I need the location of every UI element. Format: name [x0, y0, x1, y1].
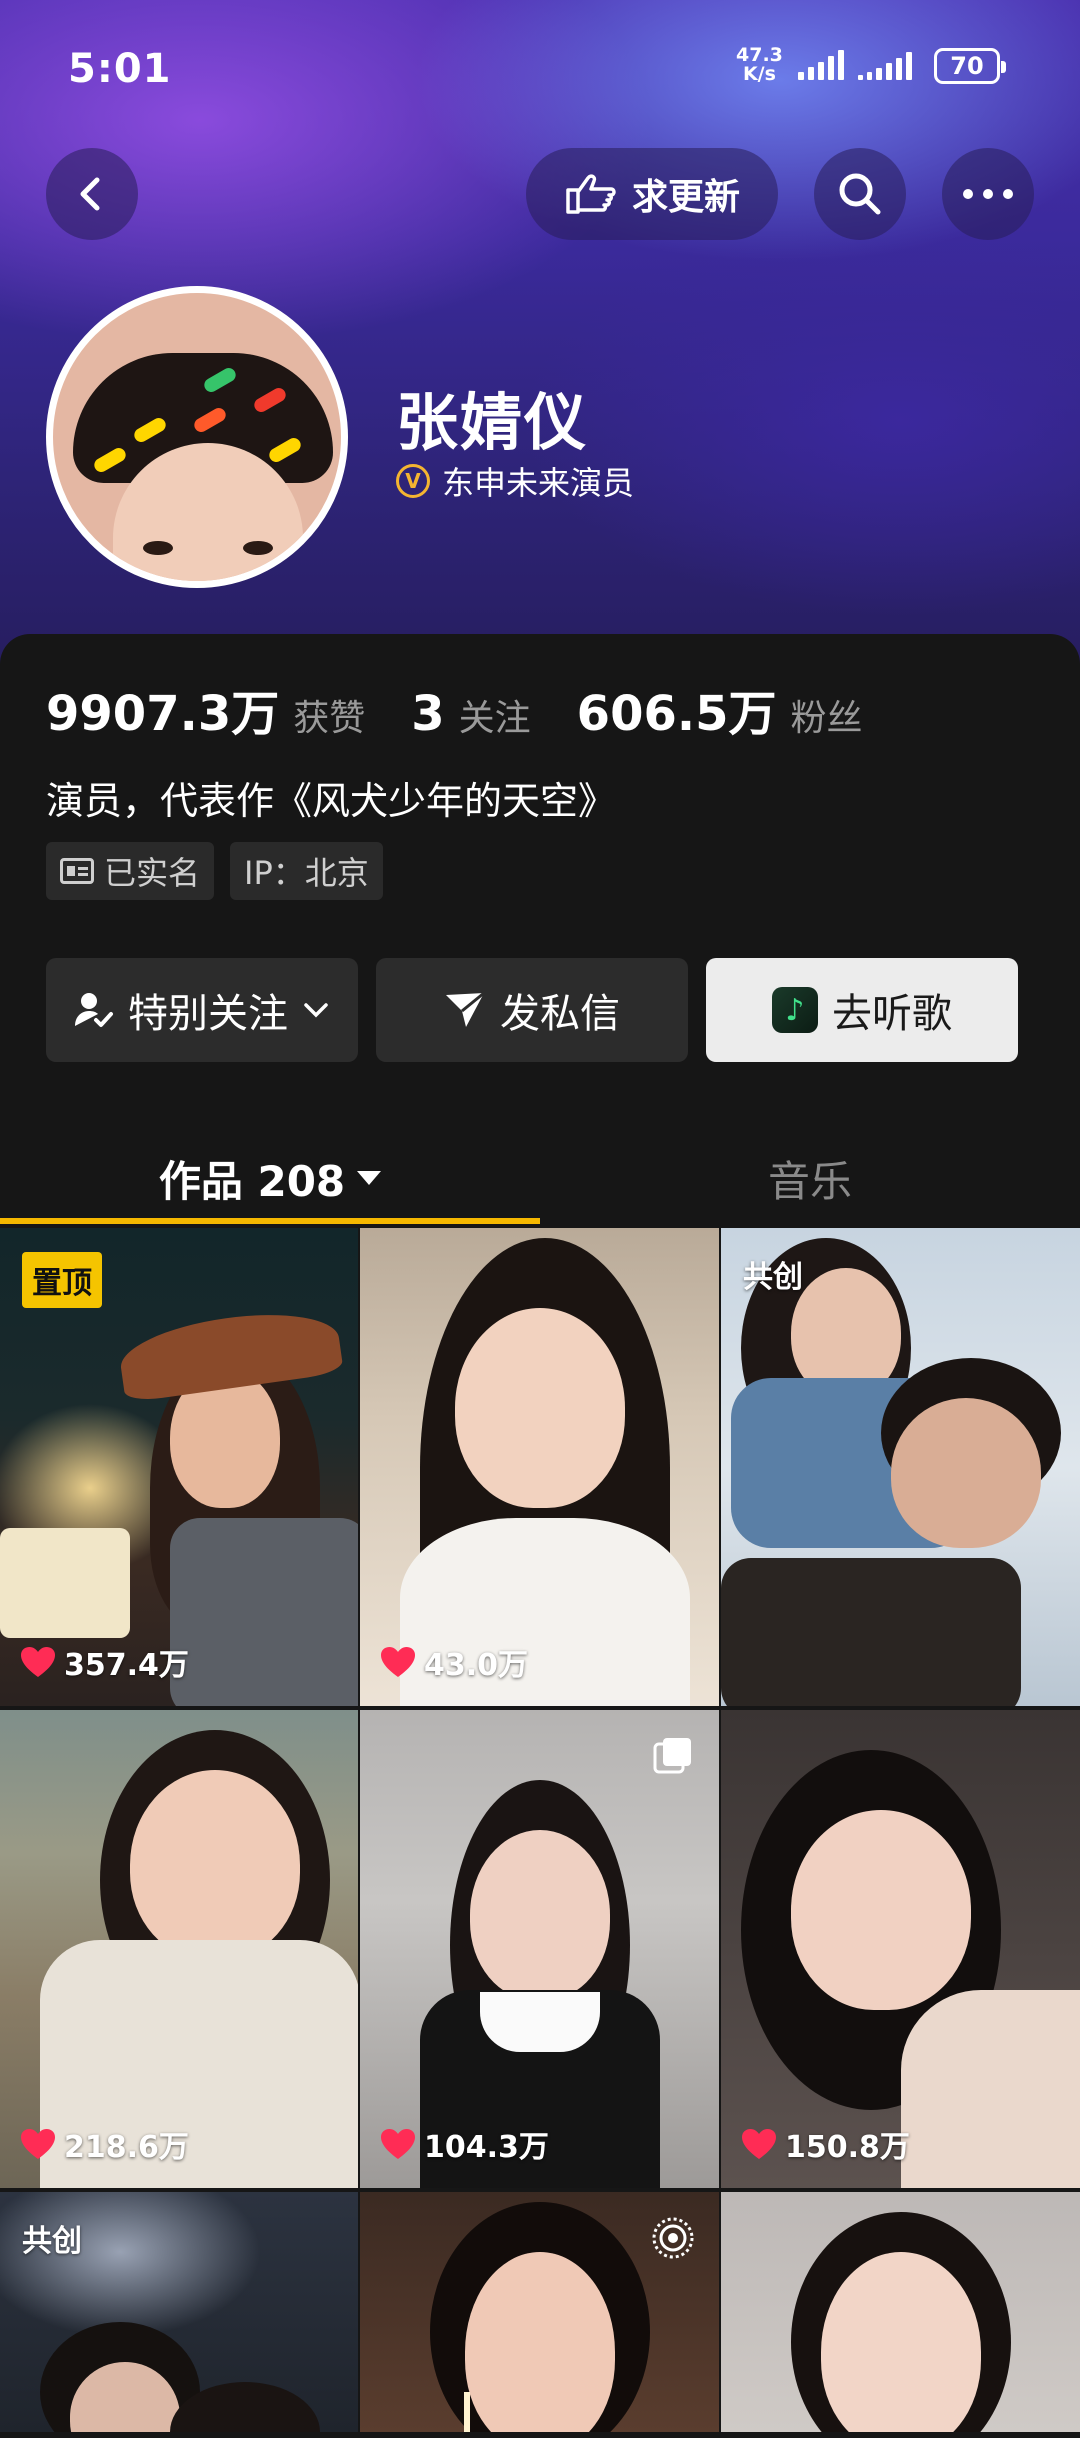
video-likes-count: 104.3万 — [424, 2130, 549, 2165]
tab-music[interactable]: 音乐 — [540, 1128, 1080, 1228]
status-bar: 5:01 47.3 K/s 70 — [0, 40, 1080, 100]
pinned-badge: 置顶 — [22, 1252, 102, 1308]
video-thumbnail[interactable] — [721, 2192, 1080, 2432]
tab-music-label: 音乐 — [767, 1156, 852, 1206]
profile-header-background: 5:01 47.3 K/s 70 求更新 张婧仪 V 东申未来演员 — [0, 0, 1080, 680]
video-likes-count: 357.4万 — [64, 1648, 189, 1683]
pointing-hand-icon — [566, 174, 616, 214]
live-photo-icon — [652, 2217, 694, 2259]
status-time: 5:01 — [68, 46, 172, 92]
caret-down-icon — [357, 1171, 382, 1185]
multi-image-icon — [653, 1738, 691, 1774]
video-thumbnail[interactable] — [360, 2192, 719, 2432]
profile-name: 张婧仪 — [396, 386, 589, 459]
followers-label[interactable]: 粉丝 — [791, 689, 863, 741]
listen-songs-button[interactable]: ♪ 去听歌 — [706, 958, 1018, 1062]
following-count[interactable]: 3 — [411, 686, 444, 742]
request-update-button[interactable]: 求更新 — [526, 148, 778, 240]
video-likes: 150.8万 — [741, 2122, 910, 2166]
chevron-left-icon — [80, 177, 100, 211]
more-options-button[interactable] — [942, 148, 1034, 240]
bio-text: 演员，代表作《风犬少年的天空》 — [46, 779, 617, 823]
video-likes: 357.4万 — [20, 1640, 189, 1684]
verified-label: V 东申未来演员 — [396, 458, 634, 504]
heart-icon — [381, 2129, 415, 2159]
search-button[interactable] — [814, 148, 906, 240]
heart-icon — [21, 1647, 55, 1677]
action-buttons: 特别关注 发私信 ♪ 去听歌 — [46, 958, 1018, 1062]
realname-tag: 已实名 — [46, 842, 215, 900]
music-note-icon: ♪ — [772, 987, 818, 1033]
network-speed: 47.3 K/s — [736, 46, 783, 84]
video-thumbnail[interactable]: 共创 — [721, 1228, 1080, 1706]
avatar[interactable] — [46, 286, 348, 588]
battery-icon: 70 — [934, 48, 1006, 84]
active-tab-indicator — [0, 1218, 540, 1224]
video-likes-count: 150.8万 — [785, 2130, 910, 2165]
video-thumbnail[interactable]: 共创 — [0, 2192, 358, 2432]
signal-icon — [798, 50, 844, 80]
special-follow-button[interactable]: 特别关注 — [46, 958, 358, 1062]
id-card-icon — [60, 858, 94, 884]
video-likes: 104.3万 — [380, 2122, 549, 2166]
send-message-button[interactable]: 发私信 — [376, 958, 688, 1062]
stats-row: 9907.3万 获赞 3 关注 606.5万 粉丝 — [46, 674, 909, 744]
ip-location-tag: IP：北京 — [230, 842, 383, 900]
realname-label: 已实名 — [104, 854, 201, 892]
heart-icon — [742, 2129, 776, 2159]
cocreate-badge: 共创 — [22, 2224, 82, 2259]
heart-icon — [381, 1647, 415, 1677]
request-update-label: 求更新 — [631, 177, 740, 218]
heart-icon — [21, 2129, 55, 2159]
search-icon — [839, 173, 881, 215]
profile-tags: 已实名 IP：北京 — [46, 842, 383, 900]
chevron-down-icon — [304, 1003, 328, 1018]
video-thumbnail[interactable]: 43.0万 — [360, 1228, 719, 1706]
tab-works-label: 作品 208 — [158, 1156, 346, 1206]
verified-text: 东申未来演员 — [442, 464, 635, 502]
network-speed-unit: K/s — [742, 63, 776, 85]
send-message-label: 发私信 — [500, 991, 620, 1037]
video-thumbnail[interactable]: 置顶 357.4万 — [0, 1228, 358, 1706]
video-thumbnail[interactable]: 104.3万 — [360, 1710, 719, 2188]
following-label[interactable]: 关注 — [459, 689, 531, 741]
works-grid: 置顶 357.4万 43.0万 共创 218.6万 104.3万 150.8万 … — [0, 1228, 1080, 2432]
send-icon — [446, 991, 485, 1027]
profile-panel: 9907.3万 获赞 3 关注 606.5万 粉丝 演员，代表作《风犬少年的天空… — [0, 634, 1080, 2438]
back-button[interactable] — [46, 148, 138, 240]
ip-location-label: IP：北京 — [244, 854, 369, 892]
video-likes: 218.6万 — [20, 2122, 189, 2166]
special-follow-label: 特别关注 — [128, 991, 288, 1037]
followers-count[interactable]: 606.5万 — [577, 674, 777, 744]
cocreate-badge: 共创 — [743, 1260, 803, 1295]
video-likes-count: 43.0万 — [424, 1648, 529, 1683]
signal-icon-2 — [858, 50, 912, 80]
more-dots-icon — [963, 189, 1013, 199]
video-thumbnail[interactable]: 150.8万 — [721, 1710, 1080, 2188]
video-likes: 43.0万 — [380, 1640, 528, 1684]
video-likes-count: 218.6万 — [64, 2130, 189, 2165]
user-check-icon — [75, 993, 113, 1027]
likes-count: 9907.3万 — [46, 686, 280, 742]
listen-songs-label: 去听歌 — [832, 991, 952, 1037]
content-tabs: 作品 208 音乐 — [0, 1128, 1080, 1228]
likes-label: 获赞 — [293, 698, 366, 739]
tab-works[interactable]: 作品 208 — [0, 1128, 540, 1228]
verified-badge-icon: V — [396, 464, 430, 498]
video-thumbnail[interactable]: 218.6万 — [0, 1710, 358, 2188]
